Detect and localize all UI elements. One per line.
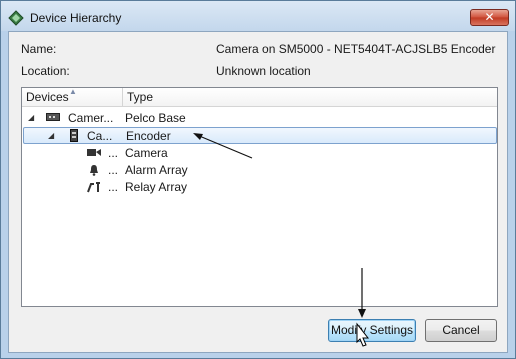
- expand-arrow-icon[interactable]: ◢: [48, 128, 54, 144]
- column-header-devices[interactable]: ▲ Devices: [22, 87, 123, 107]
- row-type: Encoder: [126, 129, 171, 143]
- column-header-type[interactable]: Type: [123, 88, 497, 107]
- tree-row-relay-array[interactable]: ... Relay Array: [23, 179, 497, 196]
- row-type: Camera: [125, 146, 168, 160]
- row-type: Pelco Base: [125, 111, 186, 125]
- row-type: Alarm Array: [125, 163, 188, 177]
- sort-ascending-icon: ▲: [69, 87, 77, 96]
- modify-settings-button[interactable]: Modify Settings: [328, 319, 416, 342]
- camera-icon: [87, 149, 101, 156]
- location-label: Location:: [21, 64, 70, 78]
- dialog-body: Name: Camera on SM5000 - NET5404T-ACJSLB…: [8, 31, 508, 353]
- name-value: Camera on SM5000 - NET5404T-ACJSLB5 Enco…: [216, 42, 496, 56]
- encoder-icon: [70, 129, 78, 142]
- cancel-button[interactable]: Cancel: [425, 319, 497, 342]
- name-label: Name:: [21, 42, 57, 56]
- tree-row-alarm-array[interactable]: ... Alarm Array: [23, 162, 497, 179]
- device-tree[interactable]: ▲ Devices Type ◢ Camer... Pelco Base ◢ C…: [21, 87, 498, 307]
- row-type: Relay Array: [125, 180, 188, 194]
- close-button[interactable]: ✕: [470, 9, 509, 26]
- row-name: ...: [108, 146, 119, 160]
- rack-device-icon: [46, 113, 60, 121]
- row-name: ...: [108, 163, 119, 177]
- location-value: Unknown location: [216, 64, 311, 78]
- row-name: ...: [108, 180, 119, 194]
- title-bar[interactable]: Device Hierarchy ✕: [1, 1, 515, 31]
- device-hierarchy-window: Device Hierarchy ✕ Name: Camera on SM500…: [0, 0, 516, 359]
- tree-row-camera[interactable]: ... Camera: [23, 145, 497, 162]
- row-name: Camer...: [68, 111, 114, 125]
- expand-arrow-icon[interactable]: ◢: [28, 110, 34, 126]
- relay-icon: [87, 182, 100, 193]
- window-title: Device Hierarchy: [30, 11, 122, 25]
- row-name: Ca...: [87, 129, 113, 143]
- tree-row-encoder[interactable]: ◢ Ca... Encoder: [23, 127, 497, 144]
- tree-row-pelco-base[interactable]: ◢ Camer... Pelco Base: [23, 110, 497, 127]
- bell-icon: [90, 165, 98, 176]
- app-diamond-icon: [8, 10, 24, 26]
